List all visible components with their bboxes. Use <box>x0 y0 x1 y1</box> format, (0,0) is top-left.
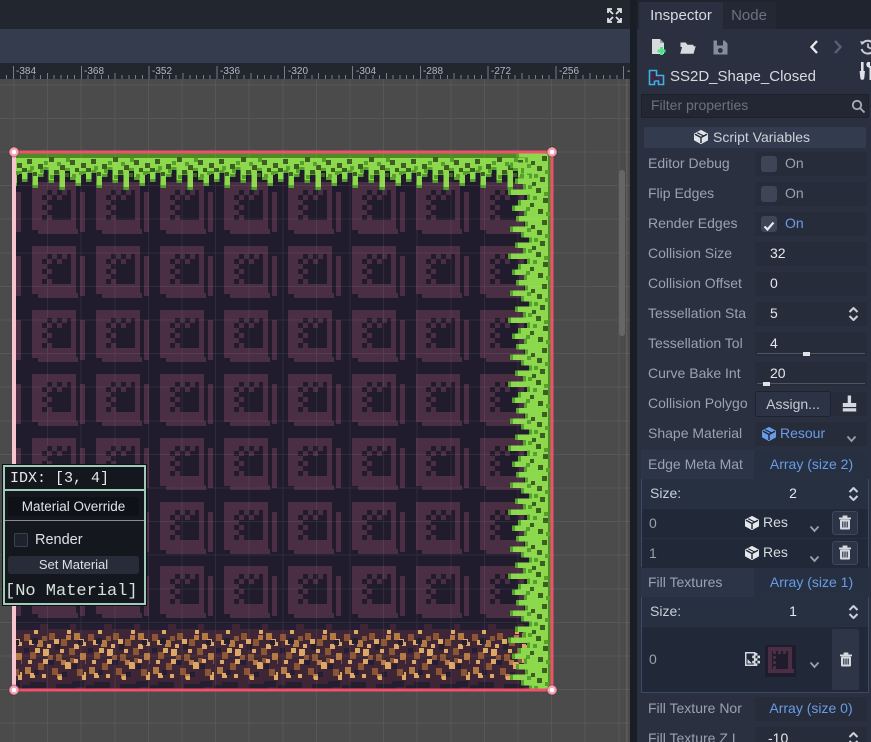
svg-text:-336: -336 <box>220 66 240 77</box>
svg-text:-368: -368 <box>84 66 104 77</box>
svg-text:-256: -256 <box>559 66 579 77</box>
svg-text:-320: -320 <box>288 66 308 77</box>
svg-text:-288: -288 <box>423 66 443 77</box>
svg-text:-352: -352 <box>152 66 172 77</box>
svg-text:-272: -272 <box>491 66 511 77</box>
svg-text:-304: -304 <box>356 66 376 77</box>
svg-text:-384: -384 <box>16 66 36 77</box>
